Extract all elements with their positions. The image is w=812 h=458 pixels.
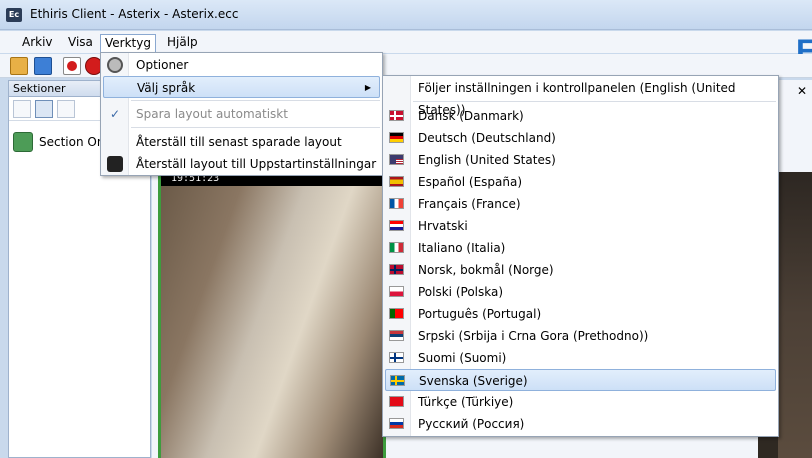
camera-view-right[interactable] bbox=[778, 172, 812, 458]
flag-us-icon bbox=[389, 154, 404, 165]
flag-no-icon bbox=[389, 264, 404, 275]
flag-se-icon bbox=[390, 375, 405, 386]
flag-fi-icon bbox=[389, 352, 404, 363]
menu-separator bbox=[131, 100, 380, 101]
checkmark-icon: ✓ bbox=[110, 107, 121, 121]
menu-item-label: Återställ layout till Uppstartinställnin… bbox=[136, 157, 377, 171]
menu-item-valj-sprak[interactable]: Välj språk ▶ bbox=[103, 76, 380, 98]
language-item[interactable]: Polski (Polska) bbox=[385, 281, 776, 303]
submenu-arrow-icon: ▶ bbox=[364, 83, 371, 92]
language-item[interactable]: Dansk (Danmark) bbox=[385, 105, 776, 127]
menu-item-label: Optioner bbox=[136, 58, 189, 72]
gear-icon bbox=[107, 57, 123, 73]
tree-view-icon[interactable] bbox=[13, 100, 31, 118]
menu-verktyg[interactable]: Verktyg bbox=[100, 34, 156, 52]
menu-separator bbox=[413, 101, 776, 102]
language-label: Português (Portugal) bbox=[418, 307, 542, 321]
language-item[interactable]: Русский (Россия) bbox=[385, 413, 776, 435]
flag-es-icon bbox=[389, 176, 404, 187]
language-label: Polski (Polska) bbox=[418, 285, 504, 299]
language-item[interactable]: English (United States) bbox=[385, 149, 776, 171]
language-label: Français (France) bbox=[418, 197, 521, 211]
menu-separator bbox=[131, 127, 380, 128]
menu-item-label: Spara layout automatiskt bbox=[136, 107, 288, 121]
language-label: English (United States) bbox=[418, 153, 556, 167]
reset-icon bbox=[107, 156, 123, 172]
language-label: Español (España) bbox=[418, 175, 523, 189]
flag-dk-icon bbox=[389, 110, 404, 121]
language-item[interactable]: Português (Portugal) bbox=[385, 303, 776, 325]
flag-de-icon bbox=[389, 132, 404, 143]
menu-item-aterstall-uppstart[interactable]: Återställ layout till Uppstartinställnin… bbox=[103, 153, 380, 175]
language-item[interactable]: Español (España) bbox=[385, 171, 776, 193]
language-item[interactable]: Hrvatski bbox=[385, 215, 776, 237]
language-menu: Följer inställningen i kontrollpanelen (… bbox=[382, 75, 779, 437]
list-view-icon[interactable] bbox=[35, 100, 53, 118]
language-label: Srpski (Srbija i Crna Gora (Prethodno)) bbox=[418, 329, 649, 343]
flag-it-icon bbox=[389, 242, 404, 253]
language-item[interactable]: Svenska (Sverige) bbox=[385, 369, 776, 391]
record-icon[interactable] bbox=[63, 57, 81, 75]
flag-pl-icon bbox=[389, 286, 404, 297]
language-item[interactable]: Deutsch (Deutschland) bbox=[385, 127, 776, 149]
language-item[interactable]: Français (France) bbox=[385, 193, 776, 215]
flag-ru-icon bbox=[389, 418, 404, 429]
folder-icon[interactable] bbox=[10, 57, 28, 75]
language-label: Türkçe (Türkiye) bbox=[418, 395, 514, 409]
close-icon[interactable]: ✕ bbox=[797, 84, 807, 98]
language-item[interactable]: Norsk, bokmål (Norge) bbox=[385, 259, 776, 281]
flag-tr-icon bbox=[389, 396, 404, 407]
language-label: Svenska (Sverige) bbox=[419, 374, 528, 388]
menu-item-aterstall-senast[interactable]: Återställ till senast sparade layout bbox=[103, 131, 380, 153]
language-item[interactable]: Italiano (Italia) bbox=[385, 237, 776, 259]
language-item-default[interactable]: Följer inställningen i kontrollpanelen (… bbox=[385, 77, 776, 117]
section-icon bbox=[13, 132, 33, 152]
menu-bar: Arkiv Visa Verktyg Hjälp bbox=[0, 31, 812, 53]
camera-image bbox=[161, 186, 383, 458]
menu-item-optioner[interactable]: Optioner bbox=[103, 54, 380, 76]
menu-visa[interactable]: Visa bbox=[64, 34, 97, 52]
menu-item-spara-layout[interactable]: ✓ Spara layout automatiskt bbox=[103, 103, 380, 125]
language-item[interactable]: Suomi (Suomi) bbox=[385, 347, 776, 369]
window-title: Ethiris Client - Asterix - Asterix.ecc bbox=[30, 7, 239, 21]
tools-menu: Optioner Välj språk ▶ ✓ Spara layout aut… bbox=[100, 52, 383, 176]
language-item[interactable]: Türkçe (Türkiye) bbox=[385, 391, 776, 413]
detail-view-icon[interactable] bbox=[57, 100, 75, 118]
title-bar: Ec Ethiris Client - Asterix - Asterix.ec… bbox=[0, 0, 812, 30]
flag-fr-icon bbox=[389, 198, 404, 209]
menu-arkiv[interactable]: Arkiv bbox=[18, 34, 57, 52]
language-label: Dansk (Danmark) bbox=[418, 109, 524, 123]
menu-item-label: Återställ till senast sparade layout bbox=[136, 135, 342, 149]
menu-hjalp[interactable]: Hjälp bbox=[163, 34, 202, 52]
app-icon: Ec bbox=[6, 8, 22, 22]
language-label: Suomi (Suomi) bbox=[418, 351, 507, 365]
flag-rs-icon bbox=[389, 330, 404, 341]
language-item[interactable]: Srpski (Srbija i Crna Gora (Prethodno)) bbox=[385, 325, 776, 347]
language-label: Italiano (Italia) bbox=[418, 241, 506, 255]
menu-item-label: Välj språk bbox=[137, 81, 196, 95]
flag-hr-icon bbox=[389, 220, 404, 231]
language-label: Deutsch (Deutschland) bbox=[418, 131, 556, 145]
refresh-icon[interactable] bbox=[34, 57, 52, 75]
language-label: Hrvatski bbox=[418, 219, 468, 233]
section-item[interactable]: Section One bbox=[13, 131, 112, 153]
flag-pt-icon bbox=[389, 308, 404, 319]
camera-view[interactable]: 19:51:23 bbox=[158, 172, 386, 458]
language-label: Русский (Россия) bbox=[418, 417, 525, 431]
language-label: Norsk, bokmål (Norge) bbox=[418, 263, 554, 277]
